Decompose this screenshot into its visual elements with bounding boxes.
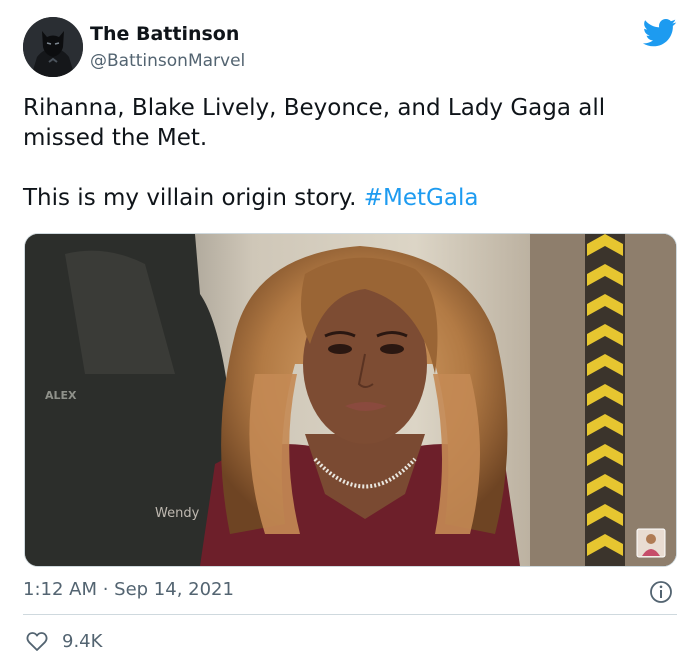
watermark-top: ALEX (45, 389, 77, 402)
hashtag-link[interactable]: #MetGala (364, 185, 479, 211)
batman-avatar-icon (23, 17, 83, 77)
watermark-name: Wendy (155, 506, 200, 521)
author-display-name[interactable]: The Battinson (90, 22, 239, 46)
heart-icon (26, 632, 48, 651)
tweet-text-line2-body: This is my villain origin story. (23, 185, 357, 211)
photo-woman-reaction: ALEX Wendy (25, 234, 676, 566)
tweet-text-line1: Rihanna, Blake Lively, Beyonce, and Lady… (23, 95, 606, 151)
twitter-bird-icon[interactable] (643, 19, 677, 47)
divider (23, 614, 677, 615)
tweet-media-photo[interactable]: ALEX Wendy (24, 233, 677, 567)
tweet-text: Rihanna, Blake Lively, Beyonce, and Lady… (23, 93, 683, 213)
tweet-timestamp[interactable]: 1:12 AM · Sep 14, 2021 (23, 578, 234, 602)
like-count: 9.4K (62, 630, 103, 652)
author-handle[interactable]: @BattinsonMarvel (90, 50, 245, 72)
tweet-card: The Battinson @BattinsonMarvel Rihanna, … (0, 0, 700, 669)
like-button[interactable]: 9.4K (25, 626, 102, 656)
info-icon[interactable] (649, 580, 673, 604)
tweet-text-line2: This is my villain origin story. #MetGal… (23, 183, 683, 213)
author-avatar[interactable] (23, 17, 83, 77)
